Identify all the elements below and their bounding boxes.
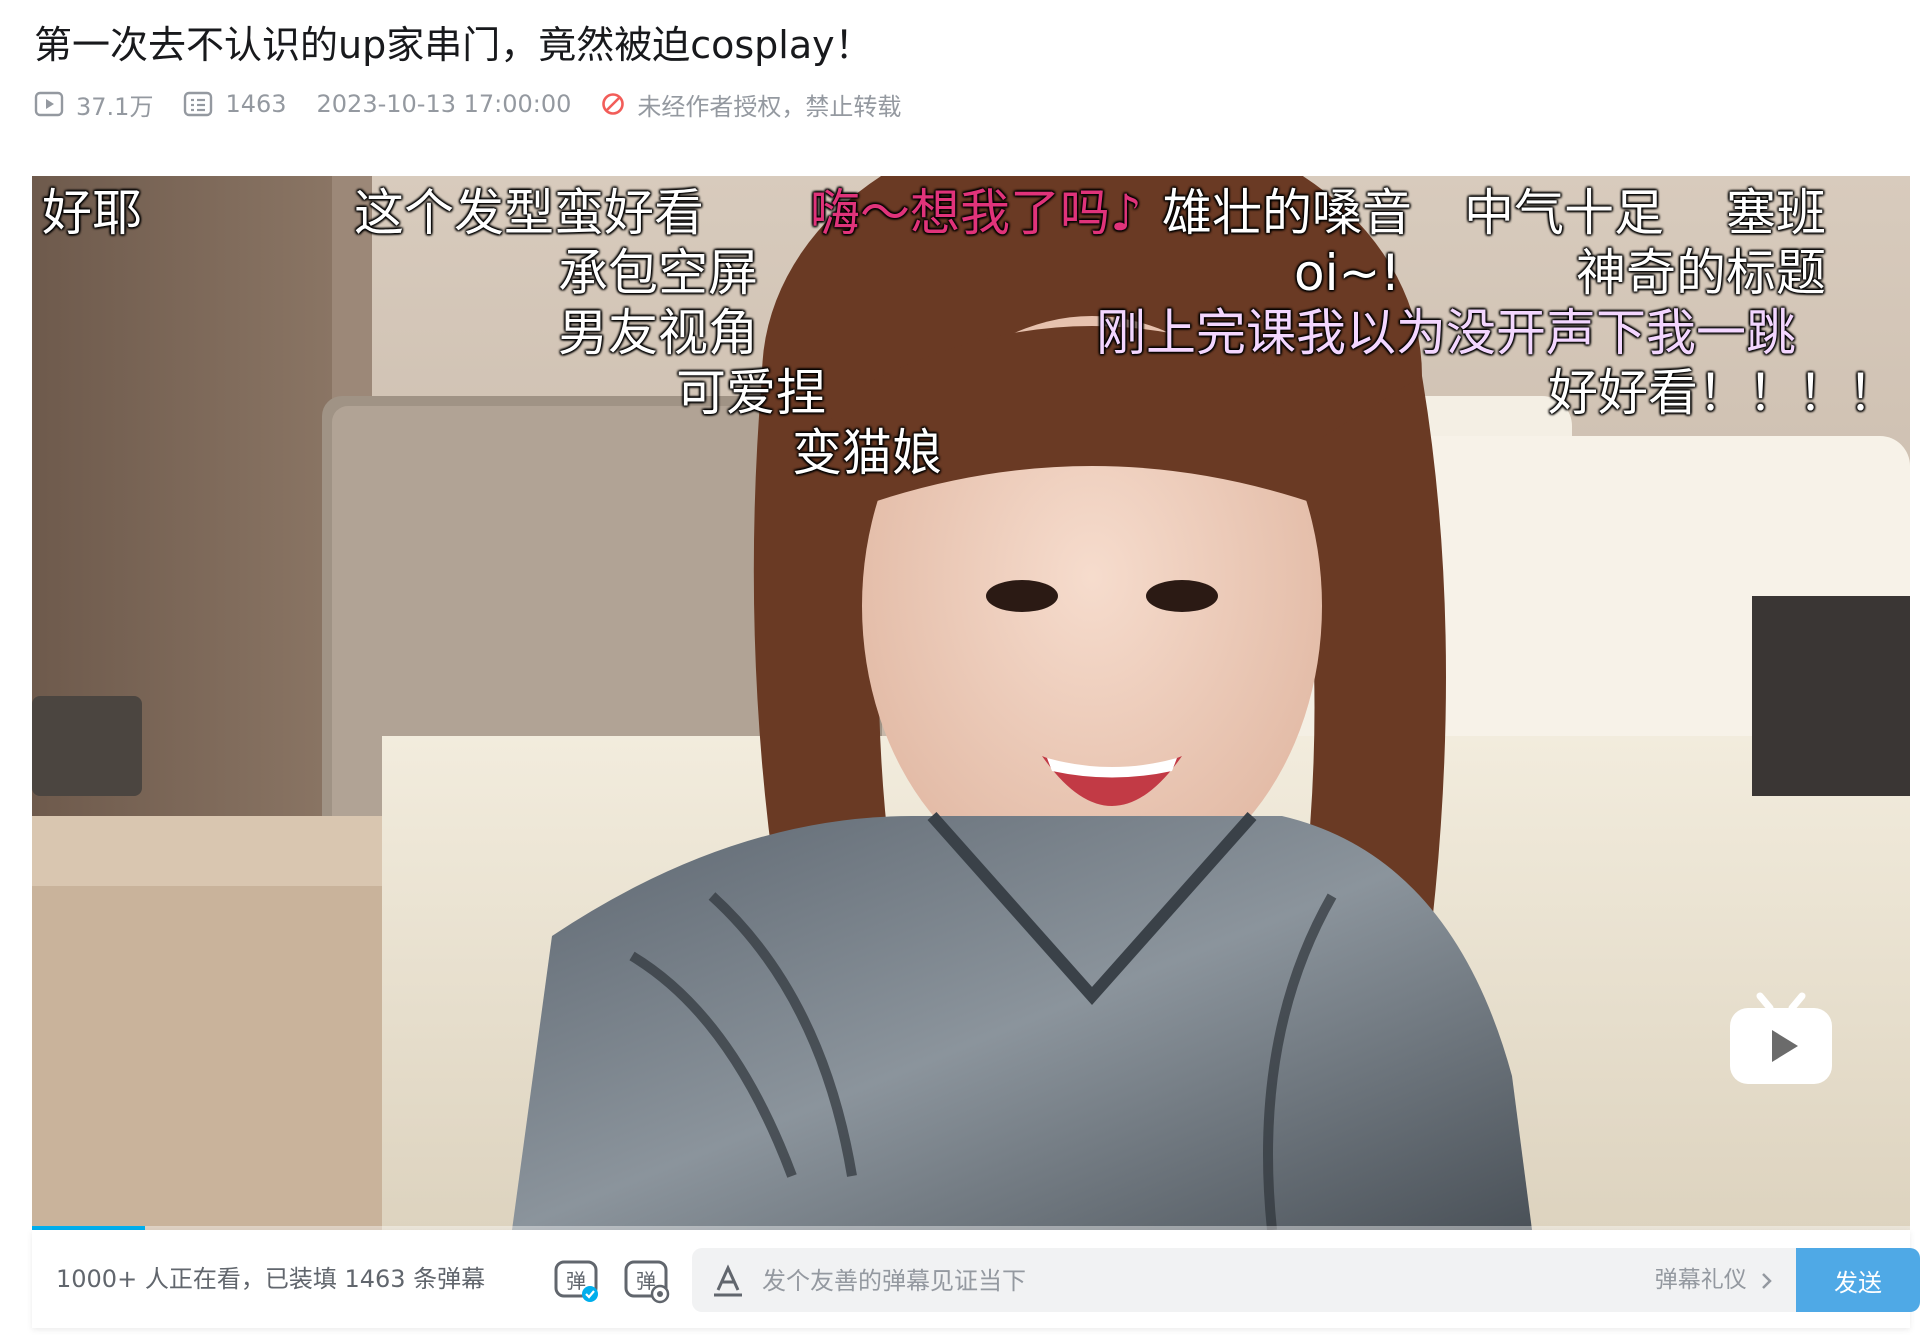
publish-date: 2023-10-13 17:00:00 (316, 90, 572, 118)
no-repost-icon (602, 93, 625, 115)
danmaku-input[interactable] (760, 1248, 1584, 1314)
danmaku-item: 可爱捏 (676, 364, 826, 422)
danmaku-item: 中气十足 (1464, 184, 1664, 242)
danmaku-item: 好好看！！！！ (1548, 364, 1898, 422)
danmaku-settings-icon[interactable]: 弹 (622, 1256, 670, 1304)
svg-text:弹: 弹 (566, 1269, 586, 1293)
danmaku-item: 刚上完课我以为没开声下我一跳 (1096, 304, 1796, 362)
video-title: 第一次去不认识的up家串门，竟然被迫cosplay！ (34, 23, 873, 67)
danmaku-item: 变猫娘 (792, 424, 942, 482)
play-count-icon (34, 91, 64, 117)
danmaku-item: oi~! (1294, 244, 1401, 302)
danmaku-etiquette-link[interactable]: 弹幕礼仪 (1655, 1248, 1774, 1312)
danmaku-bar: 1000+ 人正在看，已装填 1463 条弹幕 弹 弹 弹幕礼仪 发送 (32, 1230, 1920, 1328)
danmaku-count-icon (184, 91, 213, 117)
view-count: 37.1万 (34, 87, 153, 122)
danmaku-item: 嗨～想我了吗♪ (810, 184, 1142, 242)
danmaku-item: 这个发型蛮好看 (354, 184, 704, 242)
video-player[interactable]: 好耶 这个发型蛮好看 嗨～想我了吗♪ 雄壮的嗓音 中气十足 塞班 承包空屏 oi… (32, 176, 1910, 1230)
danmaku-count: 1463 (183, 90, 287, 118)
send-button[interactable]: 发送 (1796, 1248, 1920, 1312)
danmaku-item: 塞班 (1726, 184, 1826, 242)
video-meta: 37.1万 1463 2023-10-13 17:00:00 未经作者授权，禁止… (34, 86, 931, 122)
danmaku-item: 好耶 (42, 184, 142, 242)
bilibili-tv-icon (1730, 992, 1832, 1084)
font-style-icon[interactable] (710, 1262, 746, 1298)
danmaku-item: 神奇的标题 (1576, 244, 1826, 302)
copyright-notice: 未经作者授权，禁止转载 (601, 87, 901, 122)
chevron-right-icon (1762, 1272, 1772, 1289)
danmaku-item: 男友视角 (558, 304, 758, 362)
watching-count: 1000+ 人正在看，已装填 1463 条弹幕 (56, 1265, 486, 1293)
danmaku-item: 承包空屏 (558, 244, 758, 302)
danmaku-item: 雄壮的嗓音 (1162, 184, 1412, 242)
danmaku-toggle-icon[interactable]: 弹 (552, 1256, 600, 1304)
danmaku-input-box[interactable]: 弹幕礼仪 (692, 1248, 1796, 1314)
